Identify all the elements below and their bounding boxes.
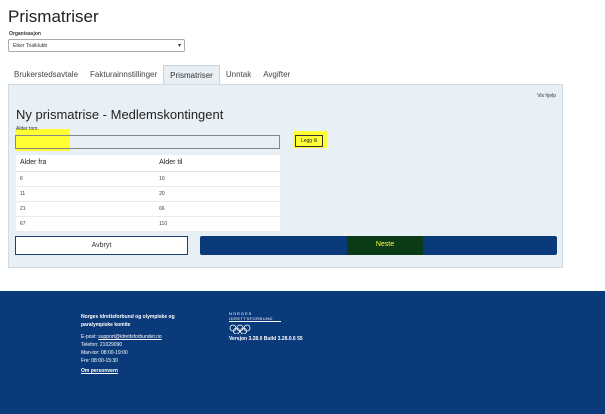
column-header-age-to: Alder til — [155, 155, 280, 172]
cancel-button[interactable]: Avbryt — [15, 236, 188, 255]
footer-org-name: Norges idrettsforbund og olympiske og pa… — [81, 314, 175, 328]
panel-title: Ny prismatrise - Medlemskontingent — [16, 107, 224, 122]
table-row: 21 66 — [16, 201, 280, 217]
age-to-cell: 110 — [155, 216, 280, 232]
table-header-row: Alder fra Alder til — [16, 155, 280, 172]
table-row: 6 10 — [16, 171, 280, 187]
tab-prismatriser[interactable]: Prismatriser — [163, 65, 220, 85]
column-header-age-from: Alder fra — [16, 155, 156, 172]
page-title: Prismatriser — [8, 7, 99, 26]
email-link[interactable]: support@idrettsforbundet.no — [98, 334, 161, 340]
organization-select[interactable]: Eiker Trialklubb ▾ — [8, 39, 185, 52]
age-to-cell: 20 — [155, 186, 280, 202]
logo-line-2: IDRETTSFORBUND — [229, 316, 281, 322]
add-button[interactable]: Legg til — [295, 135, 323, 147]
next-button-label: Neste — [375, 241, 395, 248]
price-matrix-panel: Vis hjelp Ny prismatrise - Medlemskontin… — [8, 84, 563, 268]
federation-logo: NORGES IDRETTSFORBUND — [229, 311, 281, 334]
age-to-label: Alder tom. — [16, 126, 39, 132]
age-to-input[interactable] — [15, 135, 280, 149]
age-from-cell: 21 — [16, 201, 156, 217]
footer-contact: E-post: support@idrettsforbundet.no Tele… — [81, 333, 162, 365]
privacy-link[interactable]: Om personvern — [81, 368, 118, 374]
footer-version: Versjon 3.28.0 Build 3.28.0.6 55 — [229, 336, 303, 342]
footer-hours-weekday: Man-tor: 08:00-19:00 — [81, 350, 128, 356]
tab-bar: Brukerstedsavtale Fakturainnstillinger P… — [8, 65, 296, 85]
organization-label: Organisasjon — [9, 31, 41, 37]
age-to-cell: 66 — [155, 201, 280, 217]
email-prefix: E-post: — [81, 334, 99, 340]
age-from-cell: 67 — [16, 216, 156, 232]
organization-selected-value: Eiker Trialklubb — [13, 43, 48, 49]
age-from-cell: 11 — [16, 186, 156, 202]
age-to-cell: 10 — [155, 171, 280, 187]
footer-hours-friday: Fre: 08:00-15:30 — [81, 358, 118, 364]
age-from-cell: 6 — [16, 171, 156, 187]
help-link[interactable]: Vis hjelp — [537, 93, 556, 99]
tab-avgifter[interactable]: Avgifter — [257, 65, 296, 85]
table-row: 11 20 — [16, 186, 280, 202]
age-table: Alder fra Alder til 6 10 11 20 21 66 67 … — [16, 155, 280, 232]
tab-unntak[interactable]: Unntak — [220, 65, 257, 85]
table-row: 67 110 — [16, 216, 280, 232]
footer: Norges idrettsforbund og olympiske og pa… — [0, 291, 605, 414]
tab-brukerstedsavtale[interactable]: Brukerstedsavtale — [8, 65, 84, 85]
next-button[interactable]: Neste — [200, 236, 557, 255]
footer-phone: Telefon: 21029090 — [81, 342, 123, 348]
chevron-down-icon: ▾ — [177, 43, 181, 49]
tab-fakturainnstillinger[interactable]: Fakturainnstillinger — [84, 65, 163, 85]
olympic-rings-icon — [229, 324, 251, 334]
